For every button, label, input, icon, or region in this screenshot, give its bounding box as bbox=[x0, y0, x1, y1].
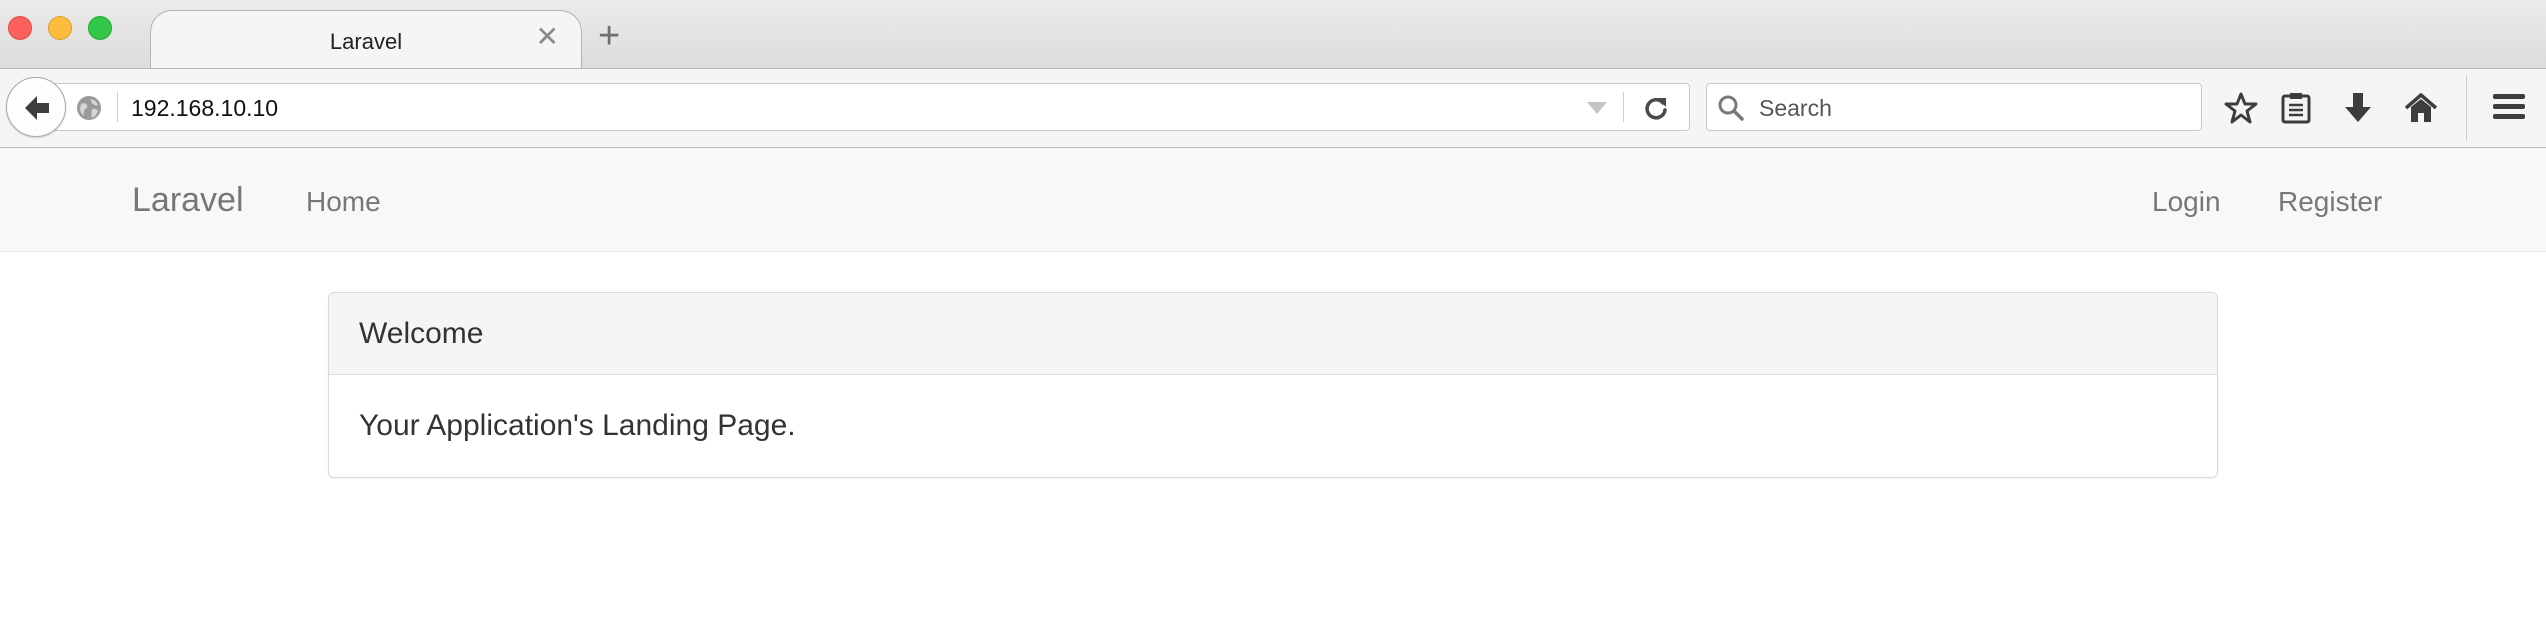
browser-tab-strip: Laravel ✕ + bbox=[0, 0, 2546, 68]
window-minimize-button[interactable] bbox=[48, 16, 72, 40]
tab-title: Laravel bbox=[329, 29, 403, 54]
hamburger-menu-icon[interactable] bbox=[2492, 91, 2526, 128]
panel-body-text: Your Application's Landing Page. bbox=[359, 409, 796, 442]
search-icon bbox=[1717, 94, 1745, 127]
new-tab-button[interactable]: + bbox=[598, 17, 620, 55]
window-maximize-button[interactable] bbox=[88, 16, 112, 40]
search-bar[interactable]: Search bbox=[1706, 83, 2202, 131]
clipboard-icon[interactable] bbox=[2280, 91, 2312, 130]
address-bar[interactable]: 192.168.10.10 bbox=[40, 83, 1690, 131]
url-separator bbox=[117, 92, 118, 122]
browser-toolbar: 192.168.10.10 Search bbox=[0, 68, 2546, 148]
reload-icon[interactable] bbox=[1643, 95, 1669, 126]
panel-title: Welcome bbox=[359, 317, 484, 350]
toolbar-separator bbox=[2466, 75, 2467, 141]
download-icon[interactable] bbox=[2342, 91, 2374, 130]
chevron-down-icon[interactable] bbox=[1586, 101, 1608, 120]
tab-close-icon[interactable]: ✕ bbox=[536, 23, 559, 51]
welcome-panel: Welcome Your Application's Landing Page. bbox=[328, 292, 2218, 478]
nav-link-home[interactable]: Home bbox=[306, 186, 381, 218]
back-button[interactable] bbox=[6, 77, 66, 137]
arrow-left-icon bbox=[25, 96, 49, 120]
star-icon[interactable] bbox=[2224, 91, 2258, 130]
url-separator bbox=[1623, 92, 1624, 122]
nav-link-login[interactable]: Login bbox=[2152, 186, 2221, 218]
navbar-brand[interactable]: Laravel bbox=[132, 181, 244, 220]
browser-tab[interactable]: Laravel ✕ bbox=[150, 10, 582, 68]
home-icon[interactable] bbox=[2404, 91, 2438, 130]
site-navbar: Laravel Home Login Register bbox=[0, 148, 2546, 252]
panel-heading: Welcome bbox=[329, 293, 2217, 375]
search-input[interactable]: Search bbox=[1759, 95, 1832, 122]
url-text[interactable]: 192.168.10.10 bbox=[131, 95, 278, 122]
nav-link-register[interactable]: Register bbox=[2278, 186, 2382, 218]
window-close-button[interactable] bbox=[8, 16, 32, 40]
globe-icon[interactable] bbox=[75, 94, 103, 127]
